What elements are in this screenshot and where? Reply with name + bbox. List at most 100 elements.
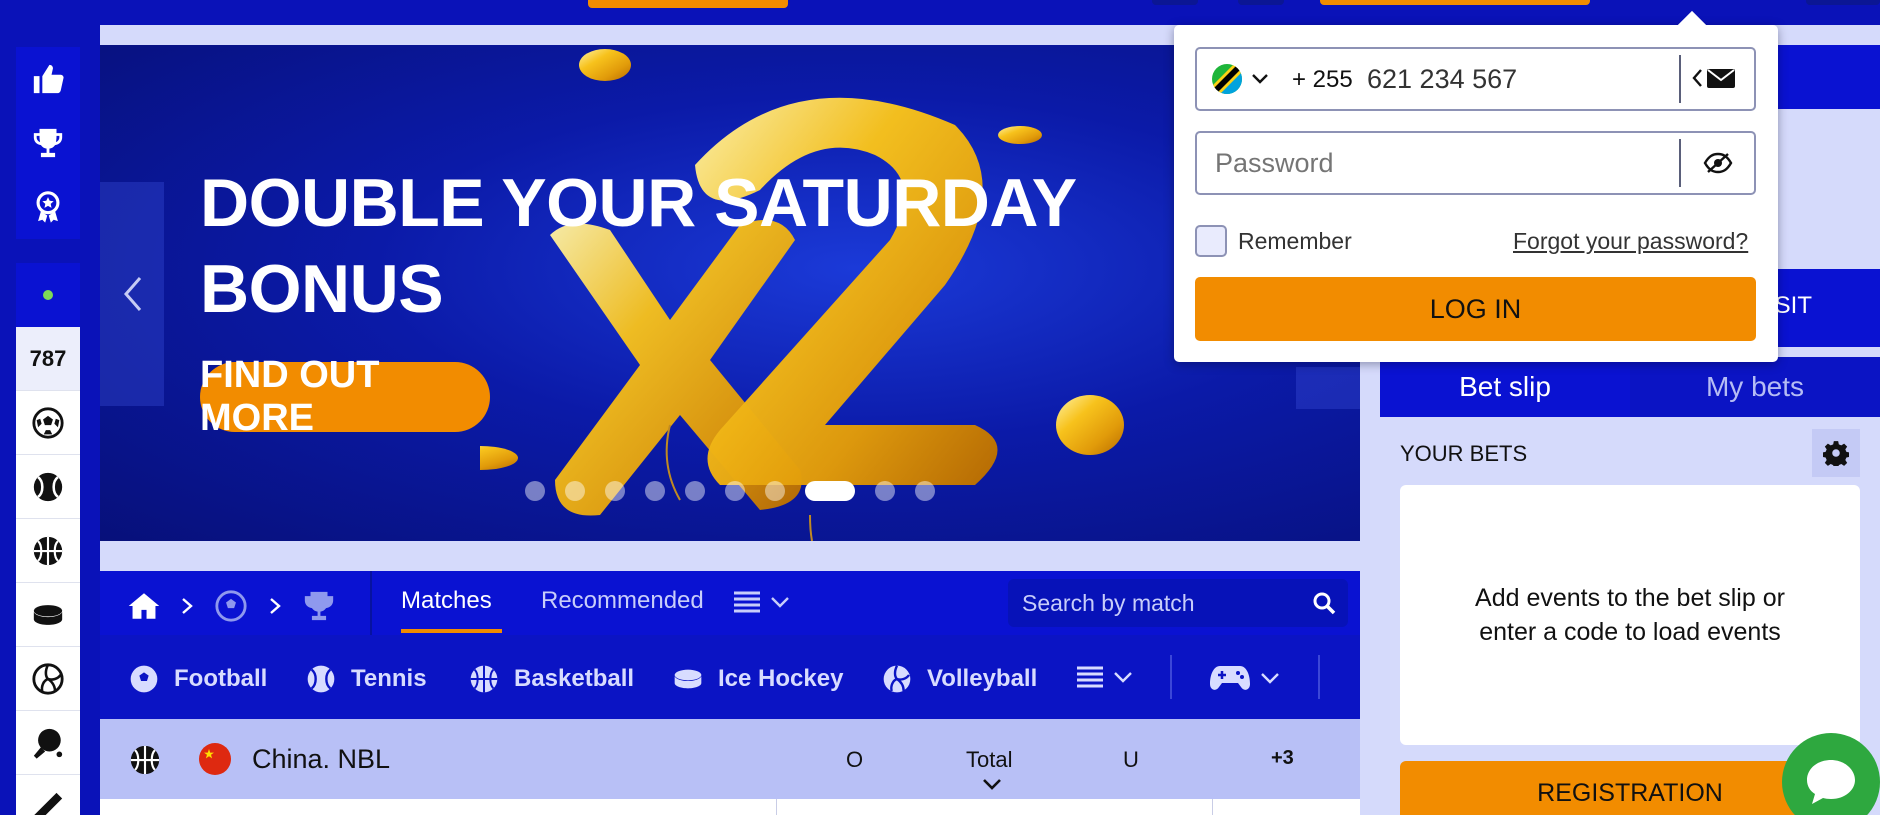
left-sidebar: 787 (0, 25, 100, 815)
slide-dot[interactable] (765, 481, 785, 501)
rail-more-button[interactable] (16, 775, 80, 815)
hockey-puck-icon (33, 604, 63, 625)
chevron-right-icon (182, 598, 193, 614)
list-icon (1077, 666, 1103, 688)
rail-tennis-button[interactable] (16, 455, 80, 519)
tennis-icon (307, 665, 335, 693)
sport-football[interactable]: Football (128, 663, 267, 695)
remember-checkbox[interactable] (1195, 225, 1227, 257)
country-selector[interactable] (1211, 63, 1269, 95)
col-header-under: U (1123, 747, 1139, 772)
gamepad-icon (1210, 666, 1250, 690)
volleyball-icon (883, 665, 911, 693)
envelope-icon (1707, 69, 1735, 88)
thumbs-up-icon (33, 64, 64, 94)
password-input[interactable] (1215, 143, 1665, 183)
more-markets-count[interactable]: +3 (1271, 747, 1294, 770)
divider (1679, 139, 1681, 187)
league-header-row[interactable]: China. NBL O Total U +3 (100, 719, 1360, 799)
banner-title: DOUBLE YOUR SATURDAY BONUS (200, 160, 1077, 332)
award-ribbon-icon (36, 191, 60, 223)
phone-field[interactable]: + 255 (1195, 47, 1756, 111)
slide-dot[interactable] (565, 481, 585, 501)
header-small-button[interactable] (1238, 0, 1284, 5)
slide-dot[interactable] (915, 481, 935, 501)
rail-achievements-button[interactable] (16, 175, 80, 239)
header-orange-button[interactable] (588, 0, 788, 8)
login-button[interactable]: LOG IN (1195, 277, 1756, 341)
chevron-down-icon (1252, 74, 1268, 84)
sports-more-menu[interactable] (1077, 665, 1133, 689)
rail-live-count[interactable]: 787 (16, 327, 80, 391)
rail-table-tennis-button[interactable] (16, 711, 80, 775)
slide-dot[interactable] (525, 481, 545, 501)
promo-banner[interactable]: DOUBLE YOUR SATURDAY BONUS FIND OUT MORE (100, 45, 1360, 541)
rail-like-button[interactable] (16, 47, 80, 111)
slide-dot-active[interactable] (805, 481, 855, 501)
slide-dot[interactable] (645, 481, 665, 501)
slide-dot[interactable] (685, 481, 705, 501)
tab-matches[interactable]: Matches (401, 587, 492, 615)
header-small-button[interactable] (1152, 0, 1198, 5)
banner-title-line1: DOUBLE YOUR SATURDAY (200, 165, 1077, 241)
breadcrumb (128, 589, 336, 623)
bet-slip-settings-button[interactable] (1812, 429, 1860, 477)
soccer-ball-icon[interactable] (214, 589, 248, 623)
password-field[interactable] (1195, 131, 1756, 195)
banner-prev-button[interactable] (100, 182, 164, 406)
rail-football-button[interactable] (16, 391, 80, 455)
header-settings-button[interactable] (1806, 0, 1880, 5)
search-icon[interactable] (1312, 591, 1336, 615)
chevron-down-icon (1261, 673, 1279, 684)
list-icon (734, 591, 760, 613)
sport-basketball[interactable]: Basketball (468, 663, 634, 695)
banner-title-line2: BONUS (200, 251, 444, 327)
trophy-icon[interactable] (302, 589, 336, 623)
find-out-more-button[interactable]: FIND OUT MORE (200, 354, 490, 439)
tennis-ball-icon (33, 472, 63, 501)
home-icon[interactable] (128, 592, 160, 620)
search-input[interactable] (1022, 579, 1292, 627)
eye-slash-icon[interactable] (1703, 151, 1733, 175)
cell-divider (776, 799, 777, 815)
slide-dot[interactable] (605, 481, 625, 501)
empty-state-line1: Add events to the bet slip or (1475, 584, 1785, 612)
chevron-left-icon (124, 277, 142, 311)
china-flag-icon (199, 743, 231, 775)
phone-input[interactable] (1367, 59, 1627, 99)
tab-bet-slip[interactable]: Bet slip (1380, 357, 1630, 417)
top-header-bar (0, 0, 1880, 25)
tabs-more-menu[interactable] (734, 590, 790, 614)
slide-dot[interactable] (875, 481, 895, 501)
search-box[interactable] (1008, 579, 1348, 627)
sport-volleyball[interactable]: Volleyball (881, 663, 1037, 695)
tab-recommended[interactable]: Recommended (541, 587, 704, 615)
cricket-bat-icon (34, 792, 63, 815)
chevron-down-icon[interactable] (982, 777, 1002, 791)
chevron-down-icon (1114, 672, 1132, 683)
col-header-total[interactable]: Total (966, 747, 1012, 773)
sport-tennis[interactable]: Tennis (305, 663, 427, 695)
sport-ice-hockey[interactable]: Ice Hockey (672, 663, 843, 695)
ice-hockey-icon (674, 669, 702, 689)
sport-label: Tennis (351, 665, 427, 692)
sport-label: Volleyball (927, 665, 1038, 692)
rail-hockey-button[interactable] (16, 583, 80, 647)
match-row[interactable] (100, 799, 1360, 815)
rail-live-button[interactable] (16, 263, 80, 327)
tab-my-bets[interactable]: My bets (1630, 357, 1880, 417)
forgot-password-link[interactable]: Forgot your password? (1513, 228, 1748, 255)
header-registration-button[interactable] (1320, 0, 1590, 5)
banner-next-button[interactable] (1296, 367, 1360, 409)
remember-label[interactable]: Remember (1238, 228, 1352, 255)
esports-menu[interactable] (1210, 663, 1280, 693)
switch-to-email-button[interactable] (1691, 67, 1735, 89)
bet-slip-empty-state: Add events to the bet slip or enter a co… (1400, 485, 1860, 745)
basketball-icon (130, 745, 160, 775)
rail-volleyball-button[interactable] (16, 647, 80, 711)
sport-label: Basketball (514, 665, 635, 692)
rail-basketball-button[interactable] (16, 519, 80, 583)
slide-dot[interactable] (725, 481, 745, 501)
rail-tournaments-button[interactable] (16, 111, 80, 175)
tanzania-flag-icon (1212, 64, 1242, 94)
